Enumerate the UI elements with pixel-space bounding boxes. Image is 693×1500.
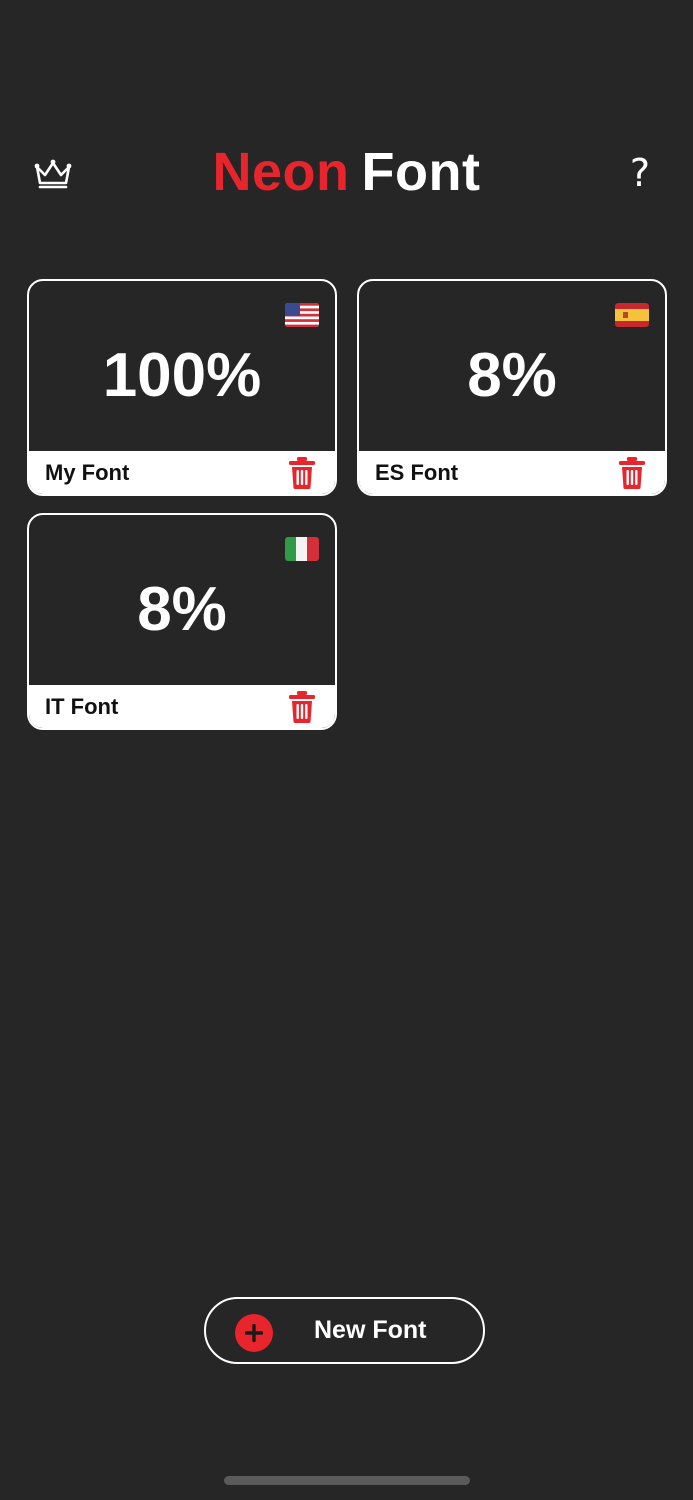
app-screen: Neon Font ? 100% My Font 8% ES Font 8% I… (0, 0, 693, 1500)
card-footer: IT Font (29, 685, 335, 728)
help-button[interactable]: ? (620, 150, 660, 196)
font-card-es-font[interactable]: 8% ES Font (357, 279, 667, 496)
new-font-label: New Font (314, 1316, 427, 1344)
app-title-font: Font (361, 142, 481, 202)
trash-icon[interactable] (617, 456, 647, 490)
trash-icon[interactable] (287, 690, 317, 724)
font-progress: 100% (102, 341, 262, 410)
font-name: My Font (45, 460, 130, 485)
font-progress: 8% (467, 341, 557, 410)
plus-icon (235, 1314, 273, 1352)
font-progress: 8% (137, 575, 227, 644)
home-indicator[interactable] (224, 1476, 470, 1485)
trash-icon[interactable] (287, 456, 317, 490)
font-name: IT Font (45, 694, 119, 719)
card-footer: ES Font (359, 451, 665, 494)
es-flag-icon (615, 303, 649, 327)
font-card-it-font[interactable]: 8% IT Font (27, 513, 337, 730)
font-name: ES Font (375, 460, 459, 485)
new-font-button[interactable]: New Font (204, 1297, 485, 1364)
card-footer: My Font (29, 451, 335, 494)
app-title-neon: Neon (212, 142, 350, 202)
us-flag-icon (285, 303, 319, 327)
app-title: Neon Font (0, 140, 693, 204)
it-flag-icon (285, 537, 319, 561)
font-card-my-font[interactable]: 100% My Font (27, 279, 337, 496)
